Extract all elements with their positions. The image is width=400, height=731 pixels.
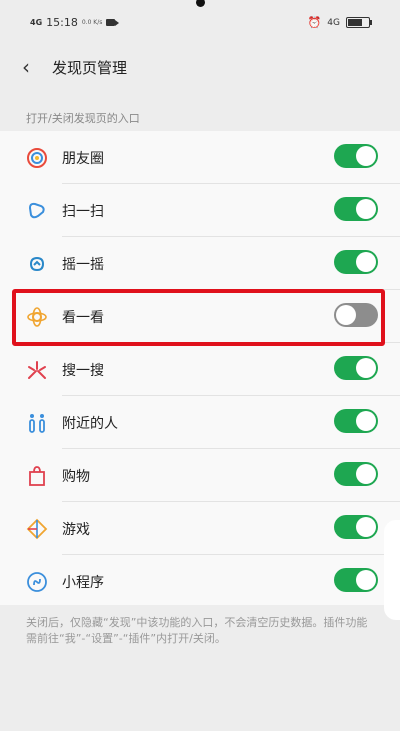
- status-right: ⏰ 4G: [307, 16, 372, 29]
- alarm-icon: ⏰: [307, 16, 322, 29]
- top-stories-icon: [27, 307, 47, 327]
- mini-program-icon: [27, 572, 47, 592]
- list-item-label: 搜一搜: [62, 363, 104, 379]
- list-item-scan[interactable]: 扫一扫: [0, 184, 400, 237]
- search-icon: [28, 361, 46, 379]
- battery-icon: [346, 17, 372, 28]
- front-camera: [196, 0, 205, 7]
- moments-icon: [27, 148, 47, 168]
- toggle-switch[interactable]: [334, 568, 378, 592]
- toggle-switch[interactable]: [334, 356, 378, 380]
- games-icon: [26, 518, 48, 540]
- network-type: 4G: [30, 18, 43, 27]
- shopping-bag-icon: [29, 466, 45, 486]
- list-item-moments[interactable]: 朋友圈: [0, 131, 400, 184]
- scan-icon: [28, 202, 45, 219]
- list-item-mini-program[interactable]: 小程序: [0, 555, 400, 608]
- people-nearby-icon: [29, 414, 45, 433]
- toggle-switch[interactable]: [334, 250, 378, 274]
- list-item-label: 看一看: [62, 310, 104, 326]
- list-item-shake[interactable]: 摇一摇: [0, 237, 400, 290]
- list-item-label: 附近的人: [62, 416, 118, 432]
- toggle-switch[interactable]: [334, 409, 378, 433]
- list-item-people-nearby[interactable]: 附近的人: [0, 396, 400, 449]
- list-item-label: 摇一摇: [62, 257, 104, 273]
- list-item-label: 小程序: [62, 575, 104, 591]
- list-item-shopping[interactable]: 购物: [0, 449, 400, 502]
- video-icon: [106, 19, 120, 26]
- toggle-switch[interactable]: [334, 515, 378, 539]
- toggle-switch[interactable]: [334, 462, 378, 486]
- toggle-switch[interactable]: [334, 144, 378, 168]
- list-item-label: 购物: [62, 469, 90, 485]
- status-time: 15:18: [46, 16, 78, 29]
- edge-handle: [384, 520, 400, 620]
- shake-icon: [29, 256, 45, 272]
- list-item-top-stories[interactable]: 看一看: [0, 290, 400, 343]
- list-item-games[interactable]: 游戏: [0, 502, 400, 555]
- list-item-label: 扫一扫: [62, 204, 104, 220]
- toggle-switch[interactable]: [334, 303, 378, 327]
- page-title: 发现页管理: [52, 59, 128, 77]
- title-bar: ‹ 发现页管理: [0, 44, 400, 90]
- section-label: 打开/关闭发现页的入口: [26, 112, 140, 125]
- chevron-left-icon[interactable]: ‹: [22, 57, 30, 77]
- status-left: 4G 15:18 0.0 K/s: [30, 16, 120, 29]
- toggle-switch[interactable]: [334, 197, 378, 221]
- signal-label: 4G: [327, 17, 340, 28]
- list-item-label: 游戏: [62, 522, 90, 538]
- footer-note: 关闭后，仅隐藏“发现”中该功能的入口，不会清空历史数据。插件功能需前往“我”-“…: [26, 616, 368, 645]
- list-item-search[interactable]: 搜一搜: [0, 343, 400, 396]
- list-item-label: 朋友圈: [62, 151, 104, 167]
- network-speed: 0.0 K/s: [81, 19, 103, 26]
- status-bar: 4G 15:18 0.0 K/s ⏰ 4G: [0, 0, 400, 44]
- entry-list: 朋友圈 扫一扫 摇一摇 看一看 搜一搜 附近的人 购物 游戏 小程序: [0, 131, 400, 605]
